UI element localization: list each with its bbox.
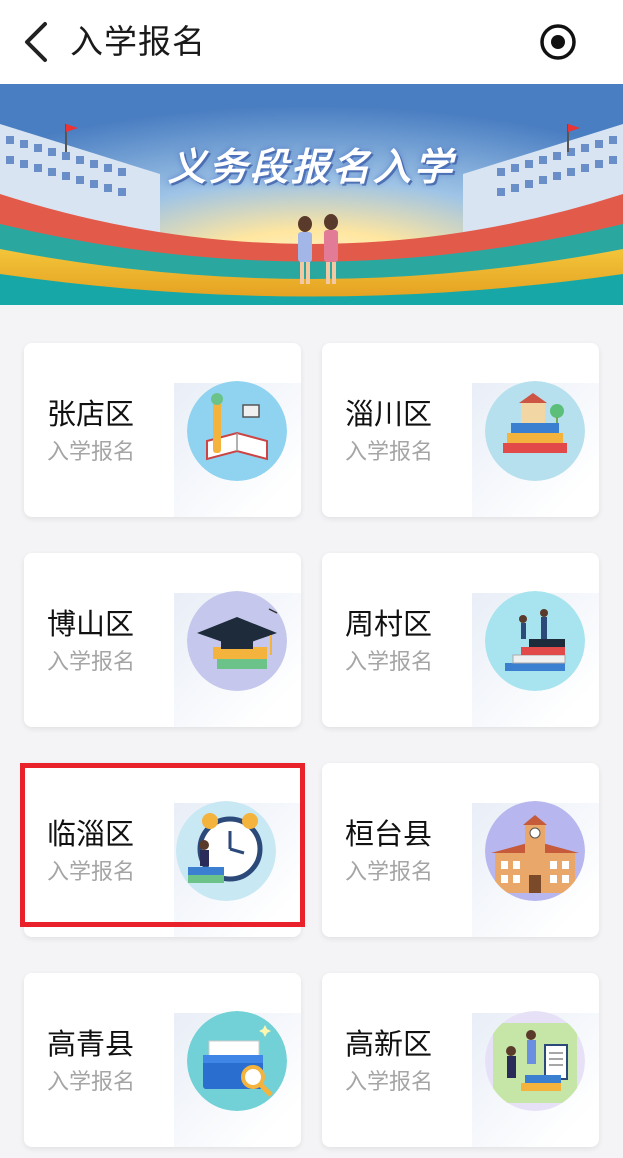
district-card-boshan[interactable]: 博山区 入学报名 xyxy=(24,553,301,727)
card-name: 高新区 xyxy=(345,1027,433,1061)
books-town-icon xyxy=(485,381,585,481)
target-icon xyxy=(540,24,576,60)
folder-search-icon xyxy=(187,1011,287,1111)
district-card-linzi[interactable]: 临淄区 入学报名 xyxy=(24,763,301,937)
district-card-zhangdian[interactable]: 张店区 入学报名 xyxy=(24,343,301,517)
district-card-gaoxin[interactable]: 高新区 入学报名 xyxy=(322,973,599,1147)
students-books-icon xyxy=(485,1011,585,1111)
book-stairs-icon xyxy=(485,591,585,691)
card-subtitle: 入学报名 xyxy=(345,440,434,465)
school-building-icon xyxy=(485,801,585,901)
card-subtitle: 入学报名 xyxy=(47,860,136,885)
alarm-clock-icon xyxy=(176,801,276,901)
district-card-gaoqing[interactable]: 高青县 入学报名 xyxy=(24,973,301,1147)
graduation-cap-icon xyxy=(187,591,287,691)
banner: 义务段报名入学 xyxy=(0,84,623,305)
card-subtitle: 入学报名 xyxy=(47,1070,136,1095)
chevron-left-icon xyxy=(25,22,47,62)
card-name: 桓台县 xyxy=(345,817,433,851)
card-name: 临淄区 xyxy=(47,817,135,851)
card-subtitle: 入学报名 xyxy=(47,440,136,465)
district-card-huantai[interactable]: 桓台县 入学报名 xyxy=(322,763,599,937)
district-card-zichuan[interactable]: 淄川区 入学报名 xyxy=(322,343,599,517)
reading-book-icon xyxy=(187,381,287,481)
card-subtitle: 入学报名 xyxy=(47,650,136,675)
card-subtitle: 入学报名 xyxy=(345,1070,434,1095)
banner-title: 义务段报名入学 xyxy=(167,145,455,189)
page-title: 入学报名 xyxy=(70,22,206,61)
stadium-banner-image xyxy=(0,84,623,305)
card-subtitle: 入学报名 xyxy=(345,650,434,675)
back-button[interactable] xyxy=(14,20,58,64)
card-name: 张店区 xyxy=(47,397,135,431)
top-bar: 入学报名 xyxy=(0,0,623,84)
district-card-zhoucun[interactable]: 周村区 入学报名 xyxy=(322,553,599,727)
card-subtitle: 入学报名 xyxy=(345,860,434,885)
card-name: 博山区 xyxy=(47,607,135,641)
card-name: 高青县 xyxy=(47,1027,135,1061)
target-button[interactable] xyxy=(536,20,580,64)
card-name: 淄川区 xyxy=(345,397,433,431)
card-name: 周村区 xyxy=(345,607,433,641)
